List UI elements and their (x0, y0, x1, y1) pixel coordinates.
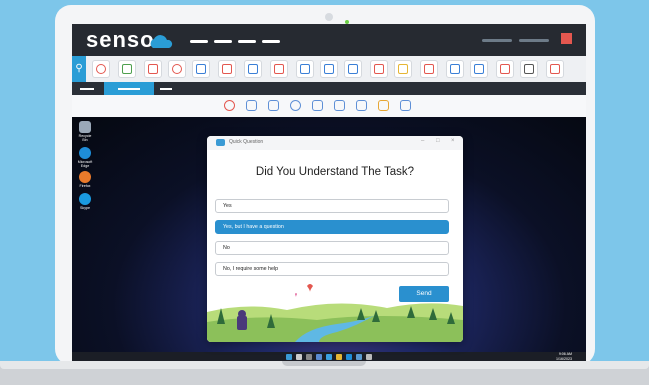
header-status-bar (519, 39, 549, 42)
video-off-icon[interactable] (144, 60, 162, 78)
senso-header: senso (72, 24, 586, 56)
monitor-icon[interactable] (312, 100, 323, 111)
share-icon[interactable] (320, 60, 338, 78)
scan-icon[interactable] (470, 60, 488, 78)
nav-tab-2[interactable] (118, 88, 140, 90)
nav-tab-3[interactable] (160, 88, 172, 90)
maximize-icon[interactable]: □ (436, 138, 440, 144)
search-button[interactable]: ⚲ (72, 56, 86, 82)
send-button[interactable]: Send (399, 286, 449, 302)
skype-icon (79, 193, 91, 205)
camera-icon[interactable] (356, 100, 367, 111)
warning-icon[interactable] (420, 60, 438, 78)
sliders-icon[interactable] (378, 100, 389, 111)
widgets-icon[interactable] (316, 354, 322, 360)
play-icon[interactable] (218, 60, 236, 78)
laptop-notch (282, 361, 366, 366)
quick-question-dialog: Quick Question – □ × Did You Understand … (207, 136, 463, 342)
tool-row: ⚲ (72, 56, 586, 82)
header-placeholder-dash (262, 40, 280, 43)
header-placeholder-dash (238, 40, 256, 43)
lock-icon[interactable] (496, 60, 514, 78)
copy-icon[interactable] (268, 100, 279, 111)
senso-logo: senso (86, 27, 155, 52)
chat-icon (216, 139, 225, 146)
option-yes-question[interactable]: Yes, but I have a question (215, 220, 449, 234)
nav-strip (72, 82, 586, 95)
list-icon[interactable] (246, 100, 257, 111)
cloud-logo-icon (150, 35, 173, 48)
chat-app-icon[interactable] (326, 354, 332, 360)
edge-icon (79, 147, 91, 159)
minimize-icon[interactable]: – (421, 138, 424, 144)
desktop-icon-skype[interactable]: Skype (76, 193, 94, 210)
settings-icon[interactable] (366, 354, 372, 360)
desktop-icon-recycle-bin[interactable]: Recycle Bin (76, 121, 94, 142)
firefox-icon (79, 171, 91, 183)
webcam-icon (325, 13, 333, 21)
option-no-help[interactable]: No, I require some help (215, 262, 449, 276)
usb-icon[interactable] (370, 60, 388, 78)
store-icon[interactable] (356, 354, 362, 360)
globe-icon[interactable] (168, 60, 186, 78)
shield-icon[interactable] (446, 60, 464, 78)
grid-icon[interactable] (334, 100, 345, 111)
dialog-title-bar: Quick Question – □ × (207, 136, 463, 150)
send-icon[interactable] (270, 60, 288, 78)
header-placeholder-dash (214, 40, 232, 43)
recycle-bin-icon (79, 121, 91, 133)
info-icon[interactable] (290, 100, 301, 111)
logout-icon[interactable] (546, 60, 564, 78)
block-icon[interactable] (92, 60, 110, 78)
login-icon[interactable] (244, 60, 262, 78)
nav-tab-1[interactable] (80, 88, 94, 90)
option-no[interactable]: No (215, 241, 449, 255)
desktop-icon-edge[interactable]: Microsoft Edge (76, 147, 94, 168)
close-icon[interactable]: × (451, 138, 455, 144)
option-yes[interactable]: Yes (215, 199, 449, 213)
dialog-title: Quick Question (229, 139, 264, 145)
calculator-icon[interactable] (118, 60, 136, 78)
secondary-toolbar (72, 95, 586, 117)
edge-taskbar-icon[interactable] (346, 354, 352, 360)
question-heading: Did You Understand The Task? (255, 166, 415, 178)
header-status-bar (482, 39, 512, 42)
block-icon[interactable] (224, 100, 235, 111)
desktop-icon-firefox[interactable]: Firefox (76, 171, 94, 188)
notes-icon[interactable] (394, 60, 412, 78)
task-view-icon[interactable] (306, 354, 312, 360)
screen-share-icon[interactable] (192, 60, 210, 78)
export-icon[interactable] (400, 100, 411, 111)
stop-button[interactable] (561, 33, 572, 44)
screen: senso ⚲ Recycle Bin Microsoft Edge Firef… (72, 24, 586, 362)
document-icon[interactable] (296, 60, 314, 78)
window-icon[interactable] (520, 60, 538, 78)
folder-icon[interactable] (336, 354, 342, 360)
header-placeholder-dash (190, 40, 208, 43)
search-icon[interactable] (296, 354, 302, 360)
rocket-icon[interactable] (344, 60, 362, 78)
start-icon[interactable] (286, 354, 292, 360)
